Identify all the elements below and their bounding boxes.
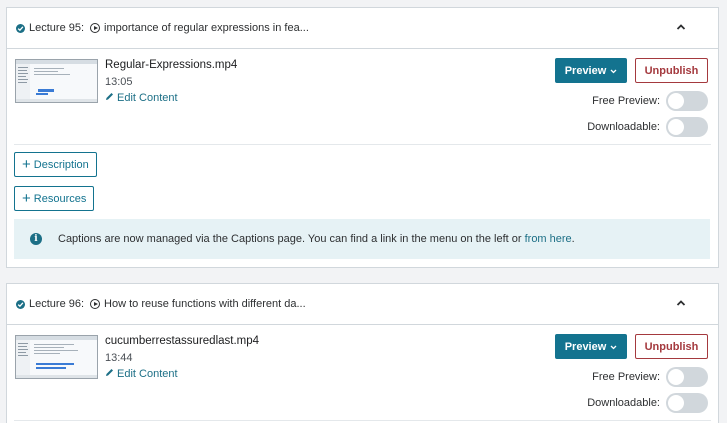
lecture-header[interactable]: Lecture 95: importance of regular expres… — [7, 8, 718, 49]
downloadable-label: Downloadable: — [587, 397, 660, 409]
downloadable-toggle[interactable] — [666, 117, 708, 137]
downloadable-row: Downloadable: — [587, 117, 708, 137]
downloadable-label: Downloadable: — [587, 121, 660, 133]
info-icon: i — [30, 233, 42, 245]
free-preview-row: Free Preview: — [592, 367, 708, 387]
free-preview-toggle[interactable] — [666, 91, 708, 111]
video-row: Regular-Expressions.mp4 13:05 Edit Conte… — [14, 49, 711, 145]
chevron-up-icon[interactable] — [676, 298, 686, 308]
chevron-down-icon — [610, 341, 617, 353]
edit-content-label: Edit Content — [117, 368, 178, 380]
video-thumbnail — [15, 59, 98, 103]
lecture-header[interactable]: Lecture 96: How to reuse functions with … — [7, 284, 718, 325]
check-circle-icon — [16, 23, 25, 33]
video-file-name: cucumberrestassuredlast.mp4 — [105, 335, 260, 347]
video-duration: 13:44 — [105, 352, 133, 364]
preview-button[interactable]: Preview — [555, 58, 627, 83]
lecture-title: How to reuse functions with different da… — [104, 298, 306, 310]
chevron-down-icon — [610, 65, 617, 77]
plus-icon: + — [22, 190, 31, 207]
play-circle-icon — [90, 23, 101, 33]
free-preview-label: Free Preview: — [592, 95, 660, 107]
captions-info-banner: i Captions are now managed via the Capti… — [14, 219, 710, 259]
lecture-number: Lecture 96: — [29, 298, 85, 310]
free-preview-row: Free Preview: — [592, 91, 708, 111]
unpublish-button[interactable]: Unpublish — [635, 58, 708, 83]
pencil-icon — [105, 368, 114, 380]
downloadable-row: Downloadable: — [587, 393, 708, 413]
lecture-number: Lecture 95: — [29, 22, 85, 34]
check-circle-icon — [16, 299, 25, 309]
preview-button[interactable]: Preview — [555, 334, 627, 359]
free-preview-toggle[interactable] — [666, 367, 708, 387]
video-row: cucumberrestassuredlast.mp4 13:44 Edit C… — [14, 325, 711, 421]
free-preview-label: Free Preview: — [592, 371, 660, 383]
lecture-card: Lecture 96: How to reuse functions with … — [6, 283, 719, 423]
description-label: Description — [33, 158, 89, 171]
add-description-button[interactable]: + Description — [14, 152, 97, 177]
info-text: Captions are now managed via the Caption… — [58, 233, 522, 245]
downloadable-toggle[interactable] — [666, 393, 708, 413]
chevron-up-icon[interactable] — [676, 22, 686, 32]
edit-content-link[interactable]: Edit Content — [105, 368, 178, 380]
lecture-title: importance of regular expressions in fea… — [104, 22, 309, 34]
add-resources-button[interactable]: + Resources — [14, 186, 95, 211]
unpublish-button[interactable]: Unpublish — [635, 334, 708, 359]
play-circle-icon — [90, 299, 101, 309]
video-file-name: Regular-Expressions.mp4 — [105, 59, 238, 71]
preview-label: Preview — [564, 340, 607, 353]
info-suffix: . — [571, 233, 575, 245]
preview-label: Preview — [564, 64, 607, 77]
lecture-card: Lecture 95: importance of regular expres… — [6, 7, 719, 268]
plus-icon: + — [22, 156, 31, 173]
edit-content-link[interactable]: Edit Content — [105, 92, 178, 104]
video-thumbnail — [15, 335, 98, 379]
edit-content-label: Edit Content — [117, 92, 178, 104]
pencil-icon — [105, 92, 114, 104]
from-here-link[interactable]: from here — [525, 233, 572, 245]
video-duration: 13:05 — [105, 76, 133, 88]
resources-label: Resources — [33, 192, 87, 205]
